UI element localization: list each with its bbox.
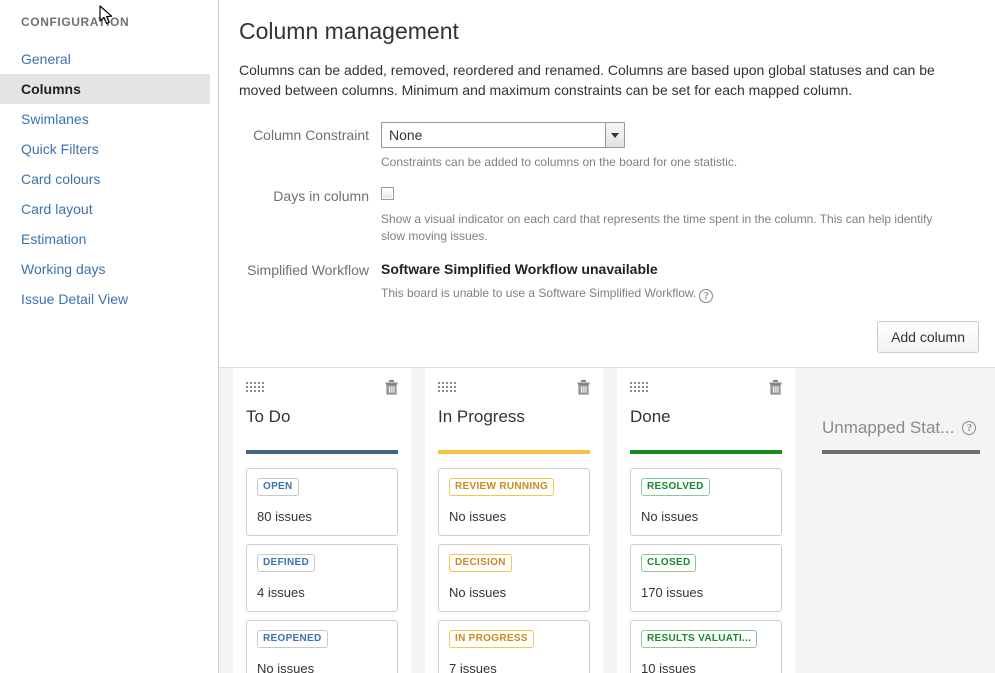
unmapped-statuses-column: Unmapped Stat...?	[809, 368, 995, 673]
column-title[interactable]: In Progress	[438, 406, 590, 450]
sidebar-item-general[interactable]: General	[0, 44, 210, 74]
column-constraint-row: Column Constraint None Constraints can b…	[239, 122, 979, 171]
simplified-workflow-help: This board is unable to use a Software S…	[381, 285, 956, 303]
sidebar-item-swimlanes[interactable]: Swimlanes	[0, 104, 210, 134]
board-column: To Do OPEN 80 issues DEFINED 4 issues REOPENE…	[233, 368, 411, 673]
status-card[interactable]: DECISION No issues	[438, 544, 590, 612]
issue-count: No issues	[257, 660, 387, 673]
unmapped-spacer	[822, 378, 980, 406]
trash-icon[interactable]	[577, 380, 590, 395]
status-card[interactable]: CLOSED 170 issues	[630, 544, 782, 612]
sidebar-item-card-colours[interactable]: Card colours	[0, 164, 210, 194]
status-card[interactable]: RESOLVED No issues	[630, 468, 782, 536]
status-card[interactable]: OPEN 80 issues	[246, 468, 398, 536]
status-badge: IN PROGRESS	[449, 630, 534, 648]
column-constraint-label: Column Constraint	[239, 122, 381, 171]
status-card[interactable]: REOPENED No issues	[246, 620, 398, 673]
unmapped-accent-bar	[822, 450, 980, 454]
board-column: Done RESOLVED No issues CLOSED 170 issues RES…	[617, 368, 795, 673]
status-badge: REVIEW RUNNING	[449, 478, 554, 496]
column-board: To Do OPEN 80 issues DEFINED 4 issues REOPENE…	[219, 367, 995, 673]
sidebar-item-quick-filters[interactable]: Quick Filters	[0, 134, 210, 164]
drag-handle-icon[interactable]	[438, 382, 457, 393]
drag-handle-icon[interactable]	[630, 382, 649, 393]
status-badge: DECISION	[449, 554, 512, 572]
status-badge: REOPENED	[257, 630, 328, 648]
status-badge: DEFINED	[257, 554, 315, 572]
days-in-column-checkbox[interactable]	[381, 187, 394, 200]
chevron-down-icon[interactable]	[605, 123, 624, 147]
column-toolbar	[246, 378, 398, 396]
issue-count: 170 issues	[641, 584, 771, 601]
status-card[interactable]: RESULTS VALUATI... 10 issues	[630, 620, 782, 673]
column-constraint-help: Constraints can be added to columns on t…	[381, 154, 956, 171]
caret-down-shape	[611, 133, 619, 138]
sidebar-item-estimation[interactable]: Estimation	[0, 224, 210, 254]
column-constraint-value: None	[382, 123, 624, 147]
issue-count: No issues	[641, 508, 771, 525]
page-description: Columns can be added, removed, reordered…	[239, 60, 969, 100]
configuration-page: CONFIGURATION GeneralColumnsSwimlanesQui…	[0, 0, 995, 673]
days-in-column-row: Days in column Show a visual indicator o…	[239, 183, 979, 245]
status-badge: CLOSED	[641, 554, 696, 572]
sidebar-item-working-days[interactable]: Working days	[0, 254, 210, 284]
unmapped-header: Unmapped Stat...?	[822, 406, 980, 450]
status-badge: RESOLVED	[641, 478, 710, 496]
simplified-workflow-row: Simplified Workflow Software Simplified …	[239, 257, 979, 303]
column-title[interactable]: Done	[630, 406, 782, 450]
page-title: Column management	[239, 16, 979, 46]
days-in-column-label: Days in column	[239, 183, 381, 245]
trash-icon[interactable]	[769, 380, 782, 395]
status-card[interactable]: REVIEW RUNNING No issues	[438, 468, 590, 536]
sidebar: CONFIGURATION GeneralColumnsSwimlanesQui…	[0, 0, 219, 673]
trash-icon[interactable]	[385, 380, 398, 395]
issue-count: No issues	[449, 584, 579, 601]
question-circle-icon[interactable]: ?	[962, 421, 976, 435]
issue-count: 10 issues	[641, 660, 771, 673]
column-toolbar	[438, 378, 590, 396]
simplified-workflow-label: Simplified Workflow	[239, 257, 381, 303]
status-badge: OPEN	[257, 478, 299, 496]
drag-handle-icon[interactable]	[246, 382, 265, 393]
issue-count: No issues	[449, 508, 579, 525]
sidebar-item-columns[interactable]: Columns	[0, 74, 210, 104]
sidebar-item-issue-detail-view[interactable]: Issue Detail View	[0, 284, 210, 314]
sidebar-heading: CONFIGURATION	[0, 14, 218, 30]
sidebar-nav: GeneralColumnsSwimlanesQuick FiltersCard…	[0, 44, 218, 314]
column-accent-bar	[630, 450, 782, 454]
column-accent-bar	[246, 450, 398, 454]
simplified-workflow-help-text: This board is unable to use a Software S…	[381, 286, 696, 300]
issue-count: 7 issues	[449, 660, 579, 673]
main-content: Column management Columns can be added, …	[219, 0, 995, 673]
add-column-button[interactable]: Add column	[877, 321, 979, 353]
column-accent-bar	[438, 450, 590, 454]
status-card[interactable]: IN PROGRESS 7 issues	[438, 620, 590, 673]
days-in-column-help: Show a visual indicator on each card tha…	[381, 211, 956, 245]
unmapped-statuses-title: Unmapped Stat...	[822, 417, 954, 439]
column-constraint-select[interactable]: None	[381, 122, 625, 148]
board-column: In ProgressREVIEW RUNNINGNo issuesDECISI…	[425, 368, 603, 673]
issue-count: 80 issues	[257, 508, 387, 525]
column-toolbar	[630, 378, 782, 396]
status-badge: RESULTS VALUATI...	[641, 630, 757, 648]
column-title[interactable]: To Do	[246, 406, 398, 450]
status-card[interactable]: DEFINED 4 issues	[246, 544, 398, 612]
simplified-workflow-status: Software Simplified Workflow unavailable	[381, 257, 979, 279]
board-actions: Add column	[239, 321, 979, 353]
sidebar-item-card-layout[interactable]: Card layout	[0, 194, 210, 224]
issue-count: 4 issues	[257, 584, 387, 601]
question-circle-icon[interactable]: ?	[699, 289, 713, 303]
